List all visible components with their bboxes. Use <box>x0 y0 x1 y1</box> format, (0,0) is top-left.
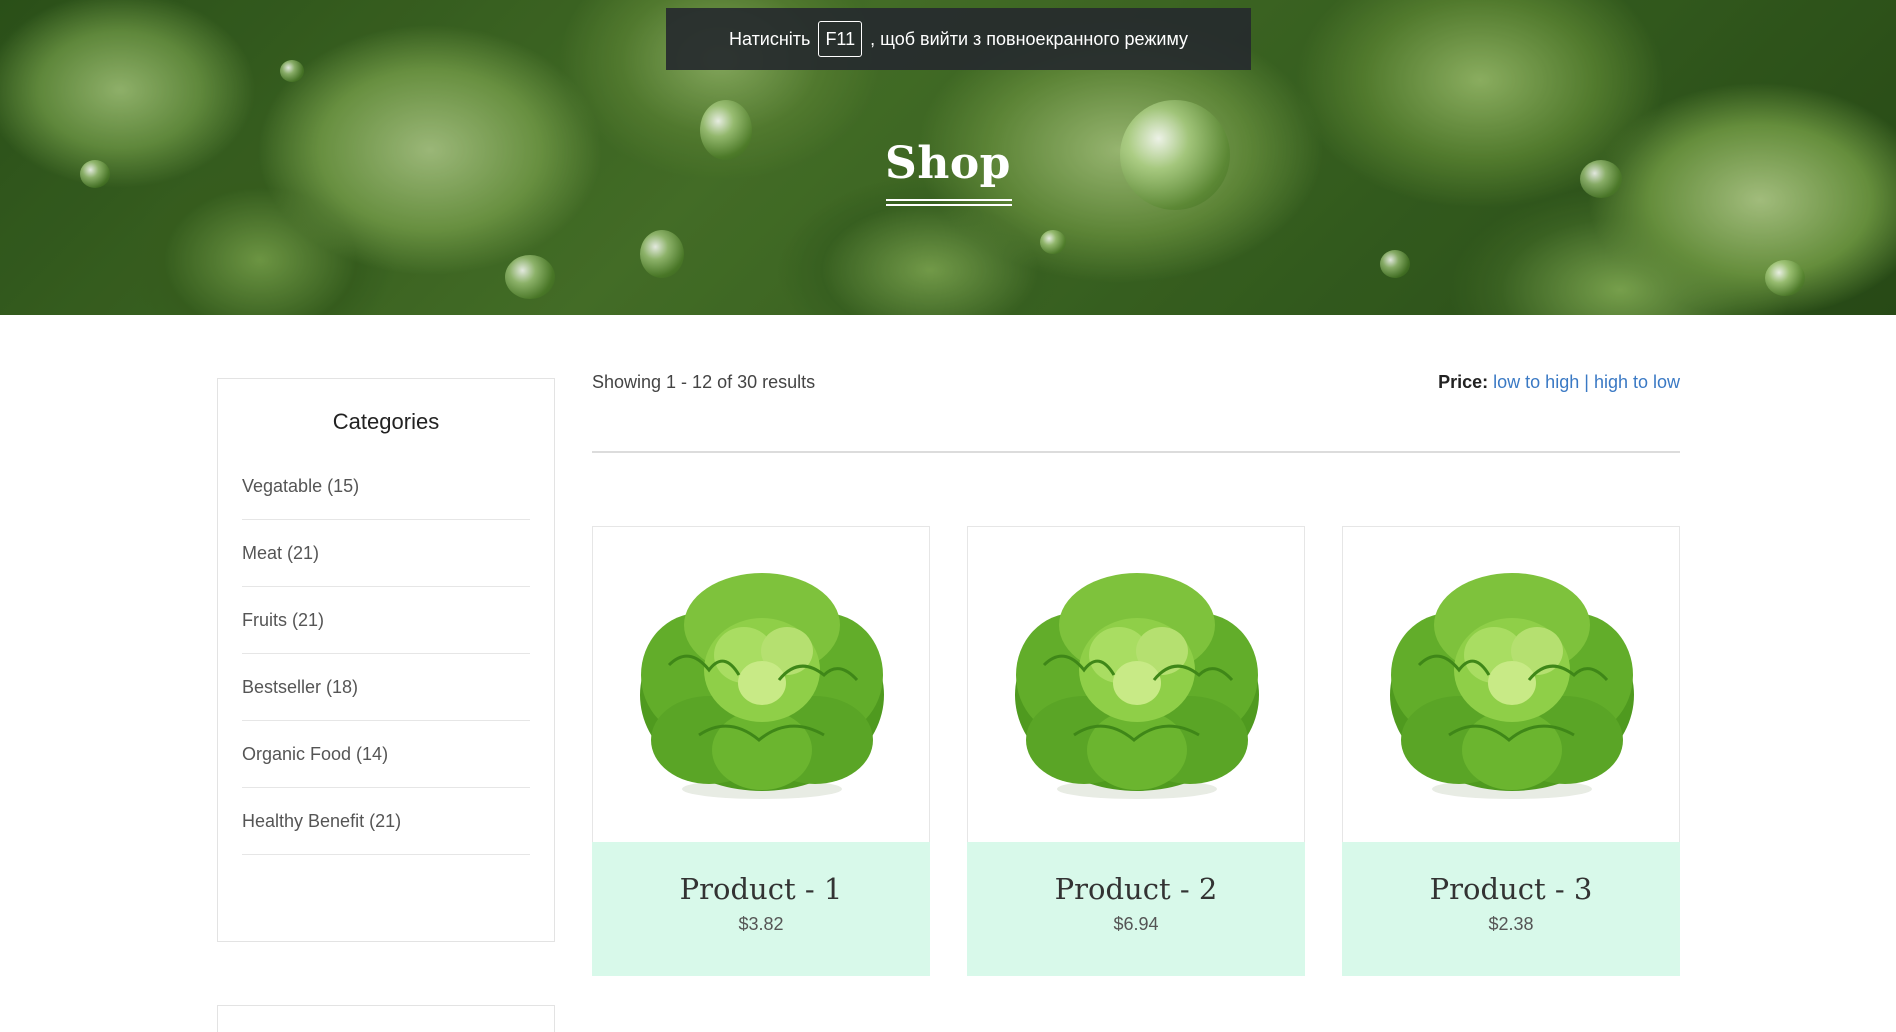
product-price: $3.82 <box>738 914 784 934</box>
water-drop-decoration <box>1040 230 1066 254</box>
f11-key-badge: F11 <box>818 21 863 57</box>
product-info: Product - 3 $2.38 <box>1342 842 1680 976</box>
sort-low-to-high-link[interactable]: low to high <box>1493 372 1579 392</box>
lettuce-image <box>640 573 884 799</box>
categories-widget: Categories Vegatable (15) Meat (21) Frui… <box>217 378 555 942</box>
product-name[interactable]: Product - 2 <box>967 842 1305 906</box>
categories-heading: Categories <box>332 409 440 434</box>
category-item-organic-food[interactable]: Organic Food (14) <box>242 721 530 788</box>
result-count: Showing 1 - 12 of 30 results <box>592 372 816 392</box>
lettuce-image <box>1015 573 1259 799</box>
product-name[interactable]: Product - 1 <box>592 842 930 906</box>
category-item-healthy-benefit[interactable]: Healthy Benefit (21) <box>242 788 530 855</box>
page-title: Shop <box>885 138 1011 189</box>
fullscreen-exit-notice: Натисніть F11 , щоб вийти з повноекранно… <box>666 8 1251 70</box>
category-item-bestseller[interactable]: Bestseller (18) <box>242 654 530 721</box>
water-drop-decoration <box>1380 250 1410 278</box>
product-image[interactable] <box>592 526 930 842</box>
title-underline <box>886 199 1012 206</box>
product-info: Product - 1 $3.82 <box>592 842 930 976</box>
toolbar-divider <box>592 451 1680 453</box>
lettuce-image <box>1390 573 1634 799</box>
product-info: Product - 2 $6.94 <box>967 842 1305 976</box>
secondary-widget <box>217 1005 555 1032</box>
product-card[interactable]: Product - 3 $2.38 <box>1342 526 1680 976</box>
water-drop-decoration <box>280 60 304 82</box>
product-card[interactable]: Product - 2 $6.94 <box>967 526 1305 976</box>
notice-prefix: Натисніть <box>728 28 811 49</box>
water-drop-decoration <box>640 230 684 278</box>
product-image[interactable] <box>967 526 1305 842</box>
categories-list: Vegatable (15) Meat (21) Fruits (21) Bes… <box>242 453 530 855</box>
category-item-vegatable[interactable]: Vegatable (15) <box>242 453 530 520</box>
sort-high-to-low-link[interactable]: high to low <box>1594 372 1680 392</box>
product-image[interactable] <box>1342 526 1680 842</box>
category-item-meat[interactable]: Meat (21) <box>242 520 530 587</box>
sort-label: Price: <box>1438 372 1489 392</box>
water-drop-decoration <box>505 255 555 299</box>
product-price: $2.38 <box>1488 914 1534 934</box>
category-item-fruits[interactable]: Fruits (21) <box>242 587 530 654</box>
water-drop-decoration <box>1765 260 1805 296</box>
notice-suffix: , щоб вийти з повноекранного режиму <box>870 28 1189 49</box>
product-price: $6.94 <box>1113 914 1159 934</box>
product-name[interactable]: Product - 3 <box>1342 842 1680 906</box>
sort-separator: | <box>1584 372 1589 392</box>
price-sort: Price: low to high | high to low <box>1438 372 1680 393</box>
product-card[interactable]: Product - 1 $3.82 <box>592 526 930 976</box>
